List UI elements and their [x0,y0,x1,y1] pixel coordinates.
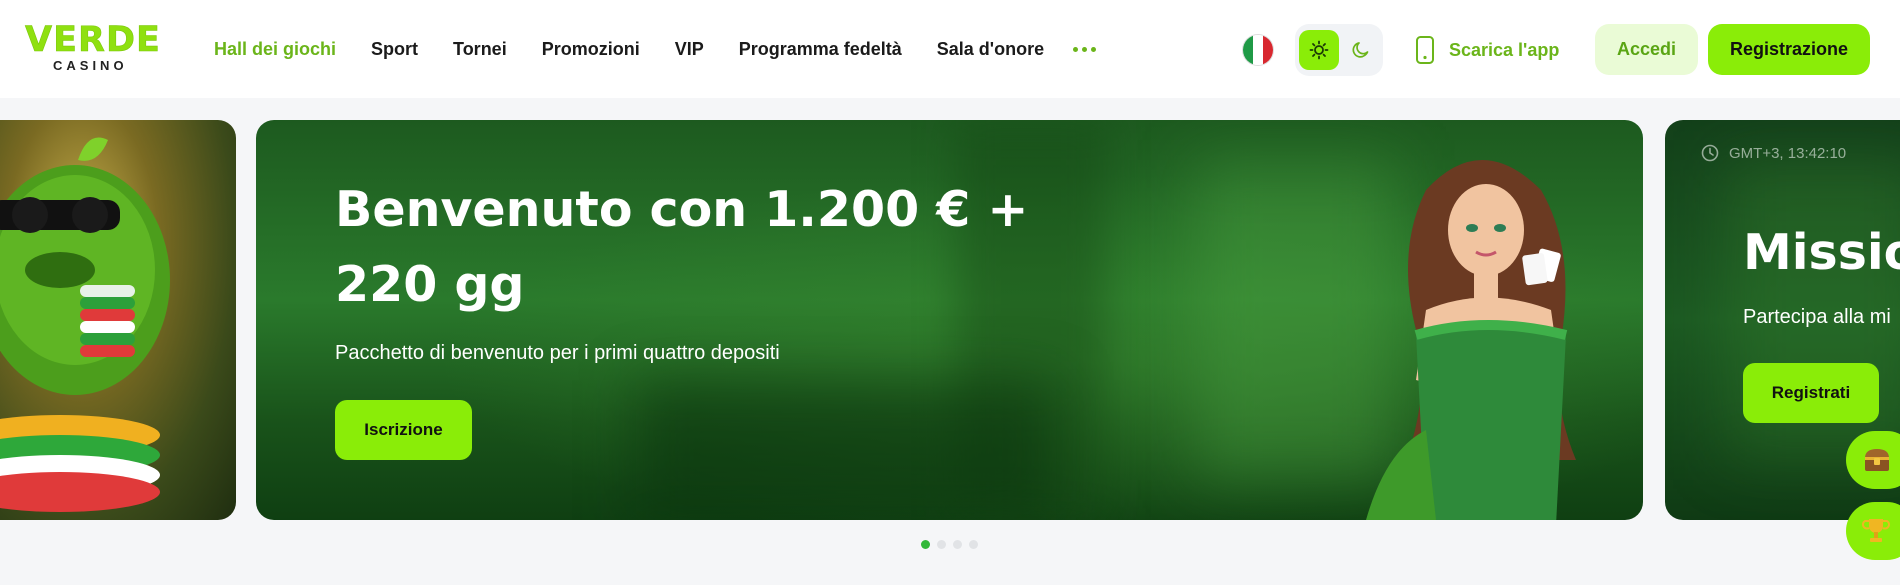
promo-subtitle: Pacchetto di benvenuto per i primi quatt… [335,342,780,364]
download-app-label: Scarica l'app [1449,39,1560,60]
nav-item-sport[interactable]: Sport [371,39,418,60]
carousel-dot-3[interactable] [953,540,962,549]
carousel-dot-4[interactable] [969,540,978,549]
logo-sub-text: CASINO [53,58,128,73]
more-dots-icon[interactable] [1073,46,1097,52]
promo-title: Benvenuto con 1.200 € + 220 gg [335,181,1029,313]
carousel-dot-1[interactable] [921,540,930,549]
clock-time: GMT+3, 13:42:10 [1729,144,1847,162]
carousel-slide-main[interactable]: Benvenuto con 1.200 € + 220 gg Pacchetto… [256,120,1643,520]
clock-icon [1701,144,1719,162]
register-button[interactable]: Registrazione [1708,24,1870,75]
green-monster-mascot-image [0,137,170,512]
login-button[interactable]: Accedi [1595,24,1698,75]
smartphone-icon [1416,36,1434,64]
italy-flag-icon[interactable] [1243,35,1273,65]
nav-item-tornei[interactable]: Tornei [453,39,507,60]
sun-icon[interactable] [1299,30,1339,70]
carousel-pagination [921,540,978,549]
treasure-chest-button[interactable] [1846,431,1900,489]
nav-item-hall-dei-giochi[interactable]: Hall dei giochi [214,39,336,60]
header: VERDE CASINO Hall dei giochi Sport Torne… [0,0,1900,98]
nav-item-sala-d-onore[interactable]: Sala d'onore [937,39,1044,60]
carousel-dot-2[interactable] [937,540,946,549]
trophy-button[interactable] [1846,502,1900,560]
main-nav: Hall dei giochi Sport Tornei Promozioni … [214,36,1097,62]
logo[interactable]: VERDE CASINO [25,22,161,74]
next-promo-title: Missio [1743,224,1900,281]
carousel-slide-previous[interactable] [0,120,236,520]
signup-button[interactable]: Iscrizione [335,400,472,460]
treasure-chest-icon [1865,449,1889,471]
clock-display: GMT+3, 13:42:10 [1701,144,1846,162]
nav-item-promozioni[interactable]: Promozioni [542,39,640,60]
theme-toggle[interactable] [1295,24,1383,76]
logo-main-text: VERDE [25,20,161,60]
register-now-button[interactable]: Registrati [1743,363,1879,423]
moon-icon[interactable] [1343,30,1379,70]
woman-in-green-dress-image [1366,160,1576,520]
download-app-link[interactable]: Scarica l'app [1415,34,1559,66]
nav-item-programma-fedelta[interactable]: Programma fedeltà [739,39,902,60]
next-promo-subtitle: Partecipa alla mi [1743,306,1891,328]
trophy-icon [1862,519,1890,542]
nav-item-vip[interactable]: VIP [675,39,704,60]
